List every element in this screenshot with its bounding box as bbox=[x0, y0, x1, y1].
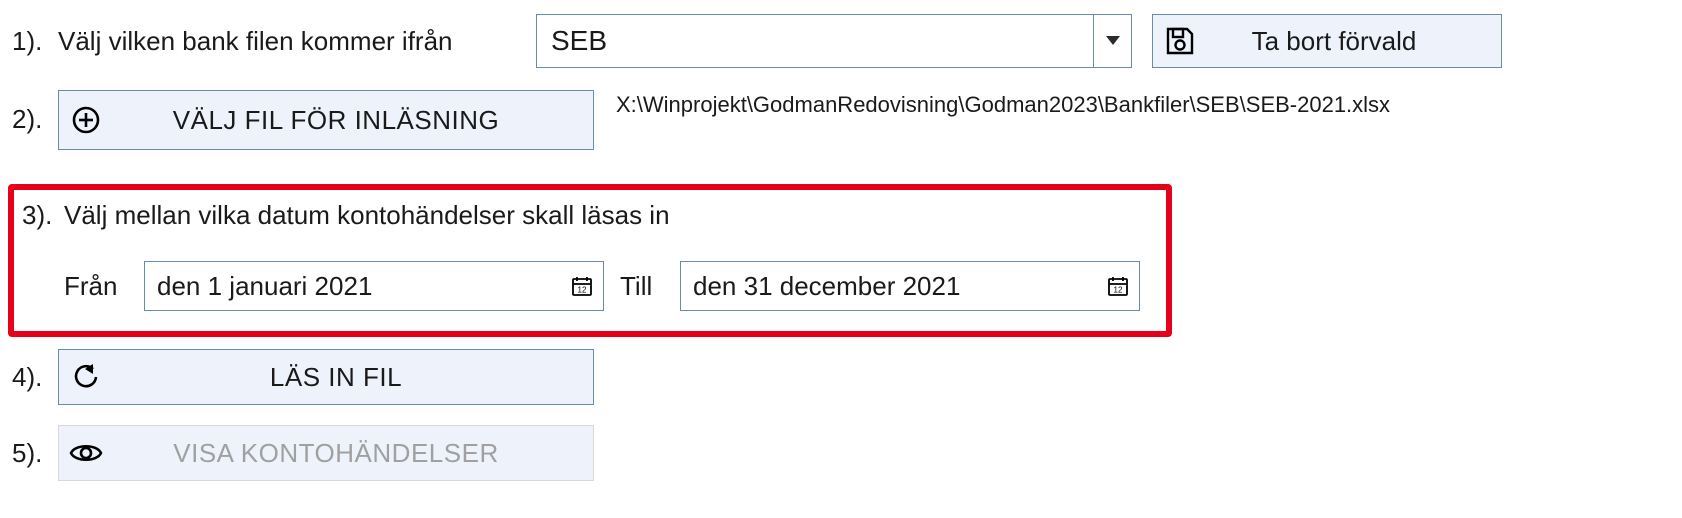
step-1-label: Välj vilken bank filen kommer ifrån bbox=[58, 26, 536, 57]
step-5-number: 5). bbox=[8, 438, 58, 469]
step-1-row: 1). Välj vilken bank filen kommer ifrån … bbox=[8, 14, 1672, 68]
show-transactions-label: VISA KONTOHÄNDELSER bbox=[113, 438, 593, 469]
svg-text:12: 12 bbox=[1114, 286, 1123, 295]
step-3-number: 3). bbox=[20, 200, 64, 231]
step-3-highlight-box: 3). Välj mellan vilka datum kontohändels… bbox=[8, 184, 1172, 337]
read-file-label: LÄS IN FIL bbox=[113, 362, 593, 393]
step-2-row: 2). VÄLJ FIL FÖR INLÄSNING X:\Winprojekt… bbox=[8, 90, 1672, 150]
to-date-input[interactable]: den 31 december 2021 12 bbox=[680, 261, 1140, 311]
chevron-down-icon bbox=[1106, 36, 1120, 46]
from-date-picker-button[interactable]: 12 bbox=[561, 275, 603, 297]
from-date-value: den 1 januari 2021 bbox=[145, 271, 561, 302]
show-transactions-button: VISA KONTOHÄNDELSER bbox=[58, 425, 594, 481]
calendar-icon: 12 bbox=[1107, 275, 1129, 297]
step-1-number: 1). bbox=[8, 26, 58, 57]
remove-default-label: Ta bort förvald bbox=[1207, 26, 1501, 57]
plus-circle-icon bbox=[59, 105, 113, 135]
to-date-value: den 31 december 2021 bbox=[681, 271, 1097, 302]
refresh-icon bbox=[59, 362, 113, 392]
step-2-number: 2). bbox=[8, 90, 58, 135]
eye-icon bbox=[59, 441, 113, 465]
remove-default-button[interactable]: Ta bort förvald bbox=[1152, 14, 1502, 68]
step-5-row: 5). VISA KONTOHÄNDELSER bbox=[8, 425, 1672, 481]
save-icon bbox=[1153, 26, 1207, 56]
from-date-input[interactable]: den 1 januari 2021 12 bbox=[144, 261, 604, 311]
step-4-number: 4). bbox=[8, 362, 58, 393]
bank-select[interactable]: SEB bbox=[536, 14, 1132, 68]
from-date-label: Från bbox=[64, 271, 144, 302]
choose-file-button[interactable]: VÄLJ FIL FÖR INLÄSNING bbox=[58, 90, 594, 150]
step-3-title: Välj mellan vilka datum kontohändelser s… bbox=[64, 200, 670, 231]
to-date-label: Till bbox=[620, 271, 680, 302]
bank-select-dropdown-button[interactable] bbox=[1093, 15, 1131, 67]
step-4-row: 4). LÄS IN FIL bbox=[8, 349, 1672, 405]
read-file-button[interactable]: LÄS IN FIL bbox=[58, 349, 594, 405]
bank-select-value: SEB bbox=[537, 25, 1093, 57]
selected-file-path: X:\Winprojekt\GodmanRedovisning\Godman20… bbox=[616, 90, 1390, 118]
choose-file-label: VÄLJ FIL FÖR INLÄSNING bbox=[113, 105, 593, 136]
svg-text:12: 12 bbox=[578, 286, 587, 295]
to-date-picker-button[interactable]: 12 bbox=[1097, 275, 1139, 297]
calendar-icon: 12 bbox=[571, 275, 593, 297]
